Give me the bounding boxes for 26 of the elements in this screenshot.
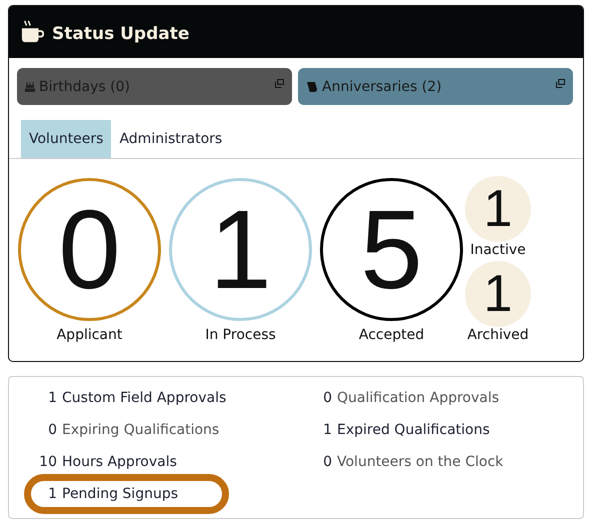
task-link[interactable]: 0 Qualification Approvals <box>310 390 500 406</box>
task-link[interactable]: 0 Volunteers on the Clock <box>310 454 504 470</box>
task-link[interactable]: 1 Pending Signups <box>24 474 230 514</box>
task-link[interactable]: 10 Hours Approvals <box>35 454 177 470</box>
panel-title: Status Update <box>52 24 190 44</box>
task-link[interactable]: 0 Expiring Qualifications <box>35 422 220 438</box>
count-value: 1 <box>484 183 512 235</box>
external-window-icon <box>556 79 565 88</box>
anniversaries-button[interactable]: Anniversaries (2) <box>298 68 573 105</box>
count-label: Applicant <box>56 327 122 343</box>
task-link[interactable]: 1 Expired Qualifications <box>310 422 490 438</box>
count-label: Accepted <box>358 327 424 343</box>
count-value: 1 <box>484 268 512 320</box>
coffee-cup-icon <box>21 20 45 44</box>
count-label: In Process <box>205 327 276 343</box>
count-value: 1 <box>209 194 272 306</box>
scroll-icon <box>306 82 318 92</box>
count-value: 0 <box>58 194 121 306</box>
tab[interactable]: Volunteers <box>21 120 112 158</box>
cake-icon <box>25 82 35 92</box>
tab[interactable]: Administrators <box>111 120 230 158</box>
task-link[interactable]: 1 Custom Field Approvals <box>35 390 226 406</box>
external-window-icon <box>275 79 284 88</box>
count-value: 5 <box>360 194 423 306</box>
count-label: Inactive <box>470 242 526 258</box>
count-label: Archived <box>467 327 529 343</box>
